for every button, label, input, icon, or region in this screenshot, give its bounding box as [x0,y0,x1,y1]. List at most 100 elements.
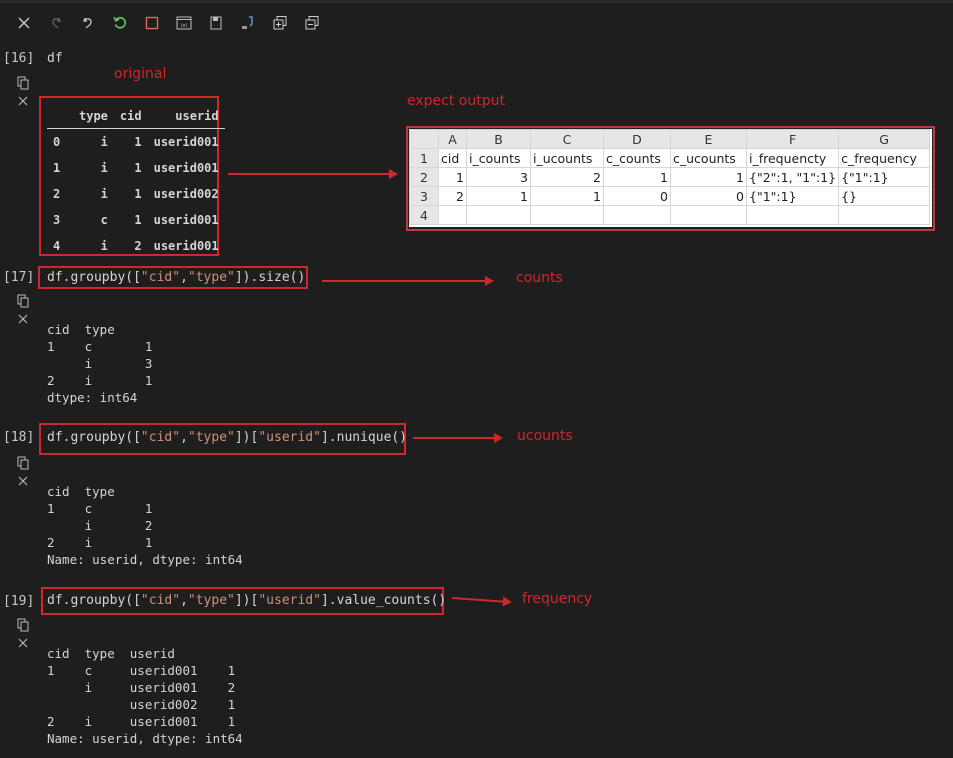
row-header[interactable]: 3 [409,186,439,206]
dataframe-output: type cid userid 0 i 1 userid001 1 i 1 userid00… [47,104,225,259]
row-header[interactable]: 1 [409,148,439,168]
cell-cid: 2 [134,239,142,253]
spreadsheet-cell[interactable] [438,205,467,225]
close-icon [18,17,30,29]
spreadsheet-cell[interactable]: i_counts [466,148,531,168]
cell-userid: userid001 [153,135,219,149]
column-header-E[interactable]: E [670,129,747,149]
column-header-C[interactable]: C [530,129,604,149]
cell-17-output: cid type 1 c 1 i 3 2 i 1 dtype: int64 [47,322,153,405]
arrow-to-expect-output [228,169,398,179]
cell-type: i [100,161,108,175]
code-token: , [180,430,188,445]
spreadsheet-cell[interactable]: c_frequency [838,148,931,168]
top-border [0,0,953,3]
undo-button[interactable] [72,10,104,36]
cell-19-execution-count: [19] [3,594,35,609]
code-token: df.groupby([ [47,593,141,608]
variables-icon: (x) [176,16,192,30]
clear-output-icon[interactable] [16,312,30,326]
svg-text:(x): (x) [181,23,188,29]
spreadsheet-cell[interactable] [670,205,747,225]
dataframe-row: 3 c 1 userid001 [47,207,225,233]
spreadsheet-cell[interactable]: 0 [670,186,747,206]
collapse-all-button[interactable] [296,10,328,36]
cell-type: i [100,135,108,149]
spreadsheet-cell[interactable]: {"1":1} [745,186,840,206]
column-header-G[interactable]: G [838,129,931,149]
column-header-A[interactable]: A [438,129,467,149]
spreadsheet-cell[interactable]: 1 [530,186,604,206]
spreadsheet-cell[interactable] [466,205,531,225]
cell-19-code[interactable]: df.groupby(["cid","type"])["userid"].val… [47,593,446,608]
variables-button[interactable]: (x) [168,10,200,36]
save-icon [210,16,222,30]
cell-16-code[interactable]: df [47,51,63,66]
spreadsheet-cell[interactable]: i_ucounts [530,148,604,168]
cell-type: c [100,213,108,227]
cell-17-code[interactable]: df.groupby(["cid","type"]).size() [47,270,305,285]
copy-output-icon[interactable] [16,294,30,308]
row-header[interactable]: 4 [409,205,439,225]
expand-all-button[interactable] [264,10,296,36]
spreadsheet-cell[interactable]: 0 [603,186,671,206]
clear-button[interactable] [8,10,40,36]
row-index: 2 [53,187,61,201]
clear-output-icon[interactable] [16,94,30,108]
arrow-to-frequency [452,596,510,604]
annotation-counts: counts [516,270,563,286]
spreadsheet-cell[interactable]: c_ucounts [670,148,747,168]
spreadsheet-cell[interactable]: c_counts [603,148,671,168]
row-index: 0 [53,135,61,149]
spreadsheet-cell[interactable]: i_frequencty [745,148,840,168]
cell-type: i [100,239,108,253]
column-header-cid: cid [119,109,142,123]
copy-output-icon[interactable] [16,618,30,632]
column-header-D[interactable]: D [603,129,671,149]
spreadsheet-cell[interactable]: 3 [466,167,531,187]
select-all-corner[interactable] [409,129,439,149]
clear-output-icon[interactable] [16,474,30,488]
spreadsheet-cell[interactable]: 1 [603,167,671,187]
column-header-B[interactable]: B [466,129,531,149]
spreadsheet-cell[interactable]: 2 [530,167,604,187]
copy-output-icon[interactable] [16,456,30,470]
column-header-userid: userid [175,109,219,123]
row-header[interactable]: 2 [409,167,439,187]
spreadsheet-cell[interactable] [745,205,840,225]
spreadsheet-cell[interactable]: 2 [438,186,467,206]
code-token: ]).size() [234,270,306,285]
clear-output-icon[interactable] [16,636,30,650]
spreadsheet-cell[interactable]: {} [838,186,931,206]
save-button[interactable] [200,10,232,36]
dataframe-row: 1 i 1 userid001 [47,155,225,181]
spreadsheet-cell[interactable] [530,205,604,225]
spreadsheet-cell[interactable] [838,205,931,225]
spreadsheet-cell[interactable]: {"1":1} [838,167,931,187]
column-header-F[interactable]: F [745,129,840,149]
notebook-toolbar: (x) [8,10,328,36]
spreadsheet-cell[interactable]: 1 [438,167,467,187]
export-icon [242,16,253,29]
spreadsheet-row: 2 1 3 2 1 1 {"2":1, "1":1} {"1":1} [409,167,931,187]
interrupt-button[interactable] [136,10,168,36]
cell-18-code[interactable]: df.groupby(["cid","type"])["userid"].nun… [47,430,407,445]
stop-icon [145,16,159,30]
spreadsheet-cell[interactable]: {"2":1, "1":1} [745,167,840,187]
copy-output-icon[interactable] [16,76,30,90]
restart-button[interactable] [104,10,136,36]
export-button[interactable] [232,10,264,36]
code-token: ])[ [234,430,259,445]
dataframe-header-row: type cid userid [47,104,225,129]
cell-userid: userid001 [153,239,219,253]
spreadsheet-cell[interactable]: 1 [466,186,531,206]
arrow-to-ucounts [413,433,503,443]
code-string: "type" [187,430,235,445]
code-token: df.groupby([ [47,270,141,285]
spreadsheet-cell[interactable]: 1 [670,167,747,187]
redo-button[interactable] [40,10,72,36]
spreadsheet-cell[interactable] [603,205,671,225]
spreadsheet-cell[interactable]: cid [438,148,467,168]
cell-cid: 1 [134,161,142,175]
cell-userid: userid001 [153,161,219,175]
